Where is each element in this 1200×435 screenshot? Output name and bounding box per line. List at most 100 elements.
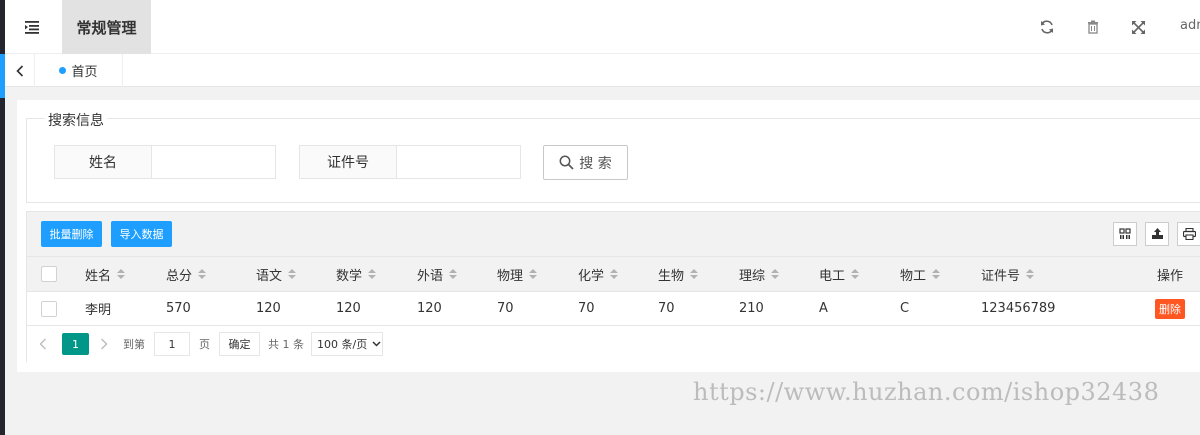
- column-header-label: 语文: [256, 268, 283, 284]
- import-data-button[interactable]: 导入数据: [111, 221, 172, 247]
- column-header-label: 生物: [658, 268, 685, 284]
- table-cell-id_no: 123456789: [981, 301, 1056, 316]
- column-header-label: 物理: [497, 268, 524, 284]
- total-count: 共 1 条: [268, 338, 304, 351]
- column-header[interactable]: 物理: [497, 257, 538, 291]
- tab-home-label: 首页: [71, 65, 98, 80]
- watermark: https://www.huzhan.com/ishop32438: [693, 378, 1160, 406]
- column-header[interactable]: 语文: [256, 257, 297, 291]
- id-label: 证件号: [299, 145, 397, 179]
- trash-icon[interactable]: [1084, 18, 1102, 36]
- select-all-checkbox-cell: [41, 257, 57, 291]
- page-unit-label: 页: [199, 338, 210, 351]
- export-icon[interactable]: [1145, 222, 1169, 246]
- sort-icon[interactable]: [851, 269, 860, 279]
- name-label: 姓名: [54, 145, 152, 179]
- table-toolbar: 批量删除 导入数据: [27, 212, 1200, 257]
- table-cell-foreign: 120: [417, 301, 442, 316]
- name-field-group: 姓名: [54, 145, 276, 179]
- sort-icon[interactable]: [288, 269, 297, 279]
- id-input[interactable]: [397, 145, 521, 179]
- page-size-value: 100 条/页: [317, 338, 368, 351]
- sort-icon[interactable]: [449, 269, 458, 279]
- sort-icon[interactable]: [529, 269, 538, 279]
- row-checkbox[interactable]: [41, 300, 57, 317]
- column-header-label: 外语: [417, 268, 444, 284]
- goto-confirm-button[interactable]: 确定: [219, 332, 260, 356]
- search-fieldset: 搜索信息 姓名 证件号 搜 索: [26, 110, 1200, 203]
- sort-icon[interactable]: [1026, 269, 1035, 279]
- chevron-down-icon: [372, 341, 381, 347]
- tab-home[interactable]: 首页: [35, 54, 123, 87]
- column-header[interactable]: 电工: [819, 257, 860, 291]
- sort-icon[interactable]: [932, 269, 941, 279]
- table-cell-math: 120: [336, 301, 361, 316]
- main-panel: 搜索信息 姓名 证件号 搜 索 批量删除 导入数据 姓名 总分 语文 数学 外语…: [17, 100, 1200, 372]
- column-header[interactable]: 理综: [739, 257, 780, 291]
- prev-page-icon[interactable]: [39, 333, 53, 355]
- refresh-icon[interactable]: [1038, 18, 1056, 36]
- search-button[interactable]: 搜 索: [543, 145, 628, 180]
- table-cell-name: 李明: [85, 303, 112, 318]
- column-header-label: 化学: [578, 268, 605, 284]
- column-header[interactable]: 物工: [900, 257, 941, 291]
- sort-icon[interactable]: [610, 269, 619, 279]
- sort-icon[interactable]: [690, 269, 699, 279]
- column-header-label: 物工: [900, 268, 927, 284]
- column-header-label: 证件号: [981, 268, 1021, 284]
- sort-icon[interactable]: [368, 269, 377, 279]
- column-header-label: 总分: [166, 268, 193, 284]
- table-cell-chemistry: 70: [578, 301, 595, 316]
- table-cell-action: 删除: [1155, 292, 1185, 325]
- tab-bar: 首页: [5, 54, 1200, 87]
- sort-icon[interactable]: [117, 269, 126, 279]
- page-size-select[interactable]: 100 条/页: [311, 332, 383, 356]
- column-header[interactable]: 总分: [166, 257, 207, 291]
- fullscreen-icon[interactable]: [1129, 18, 1147, 36]
- table-cell-biology: 70: [658, 301, 675, 316]
- columns-filter-icon[interactable]: [1113, 222, 1137, 246]
- table-cell-total: 570: [166, 301, 191, 316]
- search-legend: 搜索信息: [45, 110, 107, 130]
- search-icon: [559, 155, 574, 170]
- row-delete-button[interactable]: 删除: [1155, 298, 1185, 319]
- current-page-button[interactable]: 1: [62, 333, 89, 355]
- id-field-group: 证件号: [299, 145, 521, 179]
- next-page-icon[interactable]: [100, 333, 114, 355]
- top-header: 常规管理 adm: [5, 0, 1200, 54]
- column-header-label: 理综: [739, 268, 766, 284]
- table-row[interactable]: 李明 570 120 120 120 70 70 70 210 A C 123456789 删除: [27, 292, 1200, 326]
- active-dot-icon: [59, 67, 67, 74]
- column-header[interactable]: 姓名: [85, 257, 126, 291]
- sort-icon[interactable]: [198, 269, 207, 279]
- nav-tab-general-management[interactable]: 常规管理: [62, 0, 151, 54]
- column-header-label: 操作: [1157, 268, 1184, 284]
- table-header: 姓名 总分 语文 数学 外语 物理 化学 生物 理综 电工 物工 证件号 操作: [27, 257, 1200, 292]
- column-header-label: 电工: [819, 268, 846, 284]
- column-header[interactable]: 生物: [658, 257, 699, 291]
- select-all-checkbox[interactable]: [41, 266, 57, 282]
- search-button-label: 搜 索: [579, 155, 612, 172]
- table-cell-chinese: 120: [256, 301, 281, 316]
- goto-page-input[interactable]: 1: [154, 332, 190, 356]
- goto-label: 到第: [123, 338, 145, 351]
- table-cell-physwork: C: [900, 301, 910, 316]
- table-cell-electric: A: [819, 301, 828, 316]
- data-table: 批量删除 导入数据 姓名 总分 语文 数学 外语 物理 化学 生物 理综 电工 物工 证件号 操作 李明…: [26, 211, 1200, 362]
- column-header[interactable]: 外语: [417, 257, 458, 291]
- user-menu[interactable]: adm: [1180, 18, 1200, 33]
- menu-toggle-icon[interactable]: [19, 17, 47, 37]
- row-checkbox-cell: [41, 292, 57, 325]
- column-header-label: 数学: [336, 268, 363, 284]
- name-input[interactable]: [152, 145, 276, 179]
- batch-delete-button[interactable]: 批量删除: [41, 221, 102, 247]
- table-cell-physics: 70: [497, 301, 514, 316]
- table-cell-science: 210: [739, 301, 764, 316]
- tab-scroll-left-icon[interactable]: [5, 54, 35, 87]
- column-header[interactable]: 证件号: [981, 257, 1035, 291]
- column-header[interactable]: 化学: [578, 257, 619, 291]
- column-header[interactable]: 数学: [336, 257, 377, 291]
- print-icon[interactable]: [1177, 222, 1200, 246]
- sort-icon[interactable]: [771, 269, 780, 279]
- pagination: 1 到第 1 页 确定 共 1 条 100 条/页: [27, 326, 1200, 362]
